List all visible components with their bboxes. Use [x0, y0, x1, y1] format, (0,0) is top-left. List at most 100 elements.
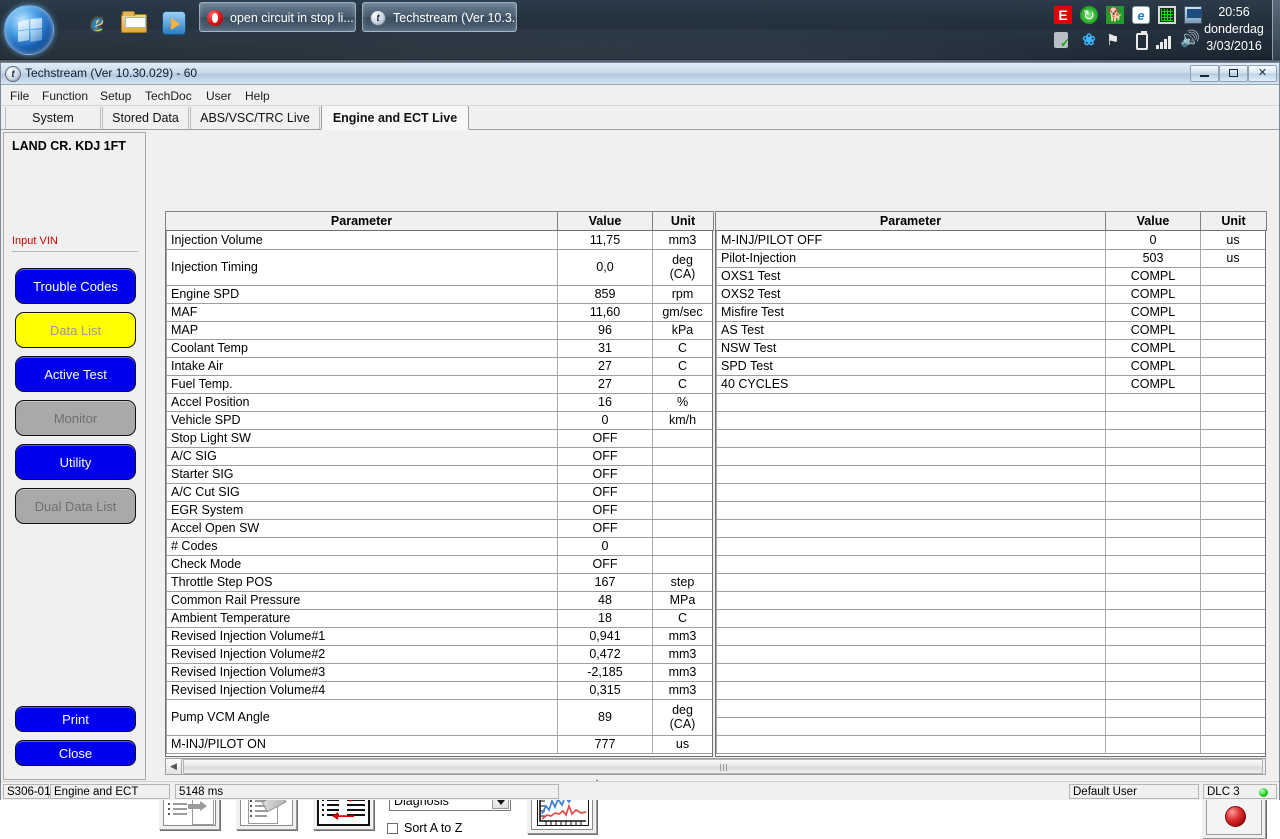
column-header-value[interactable]: Value [557, 211, 653, 231]
table-row[interactable]: Misfire Test COMPL [716, 303, 1265, 322]
quicklaunch-internet-explorer[interactable]: e [78, 6, 114, 40]
table-row[interactable] [716, 519, 1265, 538]
table-row[interactable] [716, 501, 1265, 520]
table-row[interactable] [716, 465, 1265, 484]
table-row[interactable] [716, 663, 1265, 682]
dog-icon[interactable] [1106, 6, 1124, 24]
table-row[interactable]: Throttle Step POS 167 step [166, 573, 712, 592]
table-row[interactable]: Fuel Temp. 27 C [166, 375, 712, 394]
table-row[interactable]: Ambient Temperature 18 C [166, 609, 712, 628]
menu-user[interactable]: User [201, 88, 236, 104]
menu-techdoc[interactable]: TechDoc [140, 88, 197, 104]
taskbar-button-techstream[interactable]: t Techstream (Ver 10.3... [362, 2, 517, 32]
clock[interactable]: 20:56 donderdag 3/03/2016 [1202, 4, 1266, 55]
table-row[interactable]: Revised Injection Volume#4 0,315 mm3 [166, 681, 712, 700]
restore-button[interactable] [1219, 65, 1248, 82]
table-row[interactable]: OXS1 Test COMPL [716, 267, 1265, 286]
table-row[interactable]: Stop Light SW OFF [166, 429, 712, 448]
table-row[interactable] [716, 393, 1265, 412]
tab-engine-and-ect-live[interactable]: Engine and ECT Live [321, 106, 469, 130]
table-row[interactable]: M-INJ/PILOT OFF 0 us [716, 231, 1265, 250]
scrollbar-thumb[interactable] [183, 759, 1263, 774]
table-row[interactable]: MAF 11,60 gm/sec [166, 303, 712, 322]
table-row[interactable] [716, 627, 1265, 646]
table-row[interactable] [716, 609, 1265, 628]
table-row[interactable]: Pilot-Injection 503 us [716, 249, 1265, 268]
table-row[interactable] [716, 717, 1265, 736]
show-desktop-button[interactable] [1272, 0, 1280, 60]
menu-help[interactable]: Help [240, 88, 275, 104]
table-row[interactable]: A/C SIG OFF [166, 447, 712, 466]
table-row[interactable]: Intake Air 27 C [166, 357, 712, 376]
table-row[interactable] [716, 591, 1265, 610]
quicklaunch-windows-explorer[interactable] [115, 6, 151, 40]
menu-function[interactable]: Function [37, 88, 93, 104]
network-warning-icon[interactable]: ⚑ [1106, 32, 1124, 50]
table-row[interactable]: MAP 96 kPa [166, 321, 712, 340]
eset-icon[interactable]: E [1054, 6, 1072, 24]
close-button[interactable]: ✕ [1248, 65, 1277, 82]
table-row[interactable]: Vehicle SPD 0 km/h [166, 411, 712, 430]
minimize-button[interactable] [1190, 65, 1219, 82]
table-row[interactable]: Engine SPD 859 rpm [166, 285, 712, 304]
column-header-unit[interactable]: Unit [1200, 211, 1267, 231]
bluetooth-icon[interactable]: ❀ [1080, 32, 1098, 50]
window-titlebar[interactable]: t Techstream (Ver 10.30.029) - 60 ✕ [1, 63, 1279, 85]
column-header-value[interactable]: Value [1105, 211, 1201, 231]
table-row[interactable] [716, 573, 1265, 592]
table-row[interactable]: Coolant Temp 31 C [166, 339, 712, 358]
sidebar-item-trouble-codes[interactable]: Trouble Codes [15, 268, 136, 304]
table-row[interactable] [716, 447, 1265, 466]
table-row[interactable]: M-INJ/PILOT ON 777 us [166, 735, 712, 754]
table-row[interactable]: AS Test COMPL [716, 321, 1265, 340]
table-row[interactable] [716, 411, 1265, 430]
tab-abs-vsc-trc-live[interactable]: ABS/VSC/TRC Live [190, 107, 320, 129]
menu-file[interactable]: File [5, 88, 34, 104]
input-vin-link[interactable]: Input VIN [12, 235, 138, 252]
table-row[interactable]: Injection Timing 0,0 deg (CA) [166, 249, 712, 286]
remote-display-icon[interactable] [1184, 6, 1202, 24]
sidebar-item-active-test[interactable]: Active Test [15, 356, 136, 392]
table-row[interactable] [716, 555, 1265, 574]
table-row[interactable]: SPD Test COMPL [716, 357, 1265, 376]
table-row[interactable]: Check Mode OFF [166, 555, 712, 574]
table-row[interactable]: Starter SIG OFF [166, 465, 712, 484]
sidebar-item-data-list[interactable]: Data List [15, 312, 136, 348]
update-icon[interactable] [1080, 6, 1098, 24]
table-row[interactable] [716, 645, 1265, 664]
tab-stored-data[interactable]: Stored Data [102, 107, 189, 129]
table-row[interactable]: Revised Injection Volume#1 0,941 mm3 [166, 627, 712, 646]
tab-system-select[interactable]: System Select [5, 107, 101, 147]
usb-safely-remove-icon[interactable] [1054, 32, 1070, 50]
table-row[interactable]: Revised Injection Volume#2 0,472 mm3 [166, 645, 712, 664]
taskbar-button-opera[interactable]: open circuit in stop li... [199, 2, 356, 32]
table-row[interactable]: OXS2 Test COMPL [716, 285, 1265, 304]
table-row[interactable]: EGR System OFF [166, 501, 712, 520]
column-header-parameter[interactable]: Parameter [165, 211, 558, 231]
table-row[interactable]: Injection Volume 11,75 mm3 [166, 231, 712, 250]
scroll-left-arrow-icon[interactable]: ◀ [166, 759, 182, 774]
signal-bars-icon[interactable] [1156, 32, 1174, 50]
quicklaunch-media-player[interactable] [155, 6, 191, 40]
table-row[interactable]: Common Rail Pressure 48 MPa [166, 591, 712, 610]
menu-setup[interactable]: Setup [95, 88, 136, 104]
battery-icon[interactable] [1136, 31, 1148, 50]
table-row[interactable]: 40 CYCLES COMPL [716, 375, 1265, 394]
table-row[interactable] [716, 429, 1265, 448]
table-row[interactable] [716, 681, 1265, 700]
table-row[interactable]: # Codes 0 [166, 537, 712, 556]
table-row[interactable] [716, 735, 1265, 754]
table-row[interactable]: Accel Open SW OFF [166, 519, 712, 538]
green-grid-icon[interactable] [1158, 6, 1176, 24]
start-button[interactable] [4, 5, 54, 55]
table-row[interactable]: NSW Test COMPL [716, 339, 1265, 358]
close-sidebar-button[interactable]: Close [15, 740, 136, 766]
column-header-parameter[interactable]: Parameter [715, 211, 1106, 231]
left-data-table[interactable]: Injection Volume 11,75 mm3 Injection Timing… [165, 230, 713, 757]
internet-explorer-warning-icon[interactable]: e [1132, 6, 1150, 24]
table-row[interactable] [716, 537, 1265, 556]
print-button[interactable]: Print [15, 706, 136, 732]
table-row[interactable]: Accel Position 16% [166, 393, 712, 412]
right-data-table[interactable]: M-INJ/PILOT OFF 0 us Pilot-Injection 503 us OX… [715, 230, 1266, 757]
column-header-unit[interactable]: Unit [652, 211, 714, 231]
